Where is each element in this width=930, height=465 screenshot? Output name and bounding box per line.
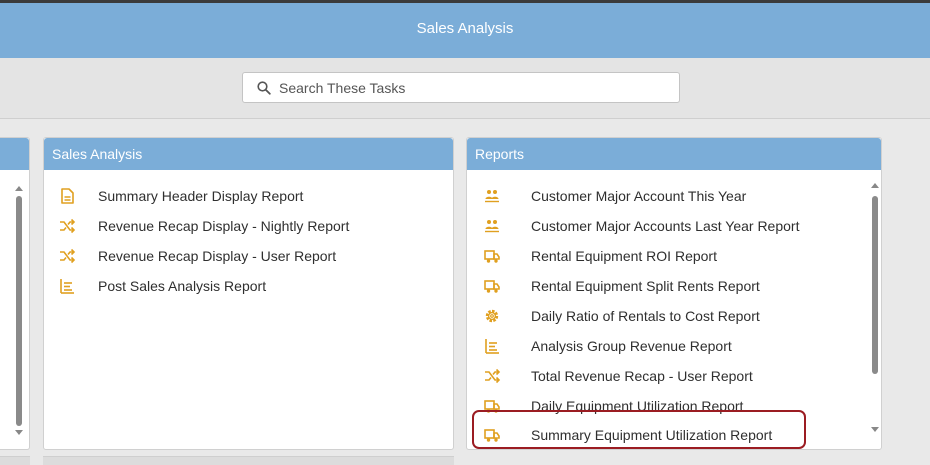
task-item-label: Revenue Recap Display - User Report — [98, 248, 337, 264]
shuffle-icon — [60, 248, 76, 264]
task-item-label: Summary Header Display Report — [98, 188, 304, 204]
list-icon — [485, 339, 499, 354]
page-title: Sales Analysis — [416, 20, 514, 37]
task-item-label: Total Revenue Recap - User Report — [531, 368, 753, 384]
task-item-label: Rental Equipment ROI Report — [531, 248, 717, 264]
search-box[interactable] — [242, 72, 680, 103]
people-icon — [485, 190, 499, 203]
search-input[interactable] — [279, 79, 659, 97]
shuffle-icon — [60, 218, 76, 234]
title-bar: Sales Analysis — [0, 0, 930, 58]
task-item-label: Customer Major Account This Year — [531, 188, 747, 204]
task-item-label: Daily Ratio of Rentals to Cost Report — [531, 308, 760, 324]
shuffle-icon — [485, 368, 501, 384]
task-item-label: Rental Equipment Split Rents Report — [531, 278, 760, 294]
people-icon — [485, 220, 499, 233]
left-panel-partial — [0, 137, 30, 450]
reports-panel: Reports Customer Major Account This Year… — [466, 137, 882, 450]
scroll-up-arrow[interactable] — [15, 186, 23, 191]
task-item-label: Analysis Group Revenue Report — [531, 338, 732, 354]
list-icon — [60, 279, 74, 294]
document-icon — [61, 188, 74, 204]
task-item-label: Customer Major Accounts Last Year Report — [531, 218, 800, 234]
task-item-label: Revenue Recap Display - Nightly Report — [98, 218, 350, 234]
left-panel-header — [0, 138, 29, 170]
gear-icon — [485, 309, 499, 323]
scroll-down-arrow[interactable] — [15, 430, 23, 435]
scrollbar-thumb[interactable] — [16, 196, 22, 426]
truck-icon — [484, 250, 500, 263]
reports-panel-title: Reports — [467, 138, 881, 170]
selection-highlight — [472, 410, 806, 449]
scroll-up-arrow[interactable] — [871, 183, 879, 188]
sales-analysis-panel: Sales Analysis Summary Header Display Re… — [43, 137, 454, 450]
task-item-label: Post Sales Analysis Report — [98, 278, 267, 294]
truck-icon — [484, 280, 500, 293]
search-icon — [257, 81, 271, 95]
scroll-down-arrow[interactable] — [871, 427, 879, 432]
scrollbar-thumb[interactable] — [872, 196, 878, 374]
sales-analysis-panel-title: Sales Analysis — [44, 138, 453, 170]
